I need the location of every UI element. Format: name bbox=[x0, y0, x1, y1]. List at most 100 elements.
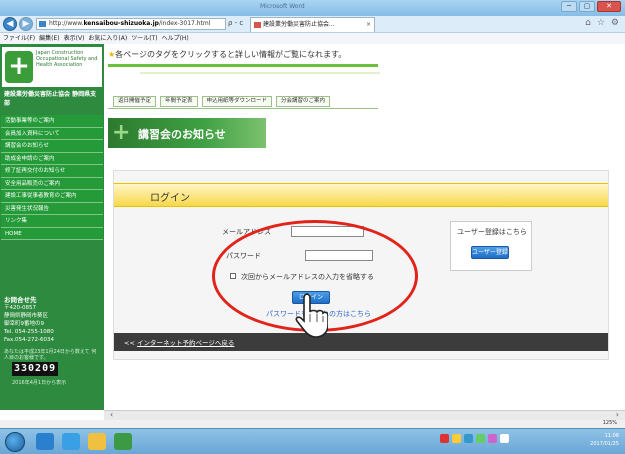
tab-annual-schedule[interactable]: 年間予定表 bbox=[160, 96, 198, 107]
url-prefix: http://www. bbox=[49, 20, 84, 27]
back-arrow-icon[interactable]: ◀ bbox=[3, 17, 17, 31]
sidebar: + Japan Construction Occupational Safety… bbox=[0, 44, 104, 410]
login-title: ログイン bbox=[150, 193, 190, 204]
logo[interactable]: + Japan Construction Occupational Safety… bbox=[2, 47, 102, 87]
forward-arrow-icon[interactable]: ▶ bbox=[19, 17, 33, 31]
contact-address-2: 御幸町9番地の9 bbox=[4, 321, 44, 327]
content-tabs: 返日開催予定 年間予定表 申込用紙等ダウンロード 分会講習のご案内 bbox=[113, 96, 331, 107]
register-title: ユーザー登録はこちら bbox=[457, 228, 527, 236]
menu-bar: ファイル(F) 編集(E) 表示(V) お気に入り(A) ツール(T) ヘルプ(… bbox=[0, 33, 625, 44]
visitor-counter-date: 2016年4月1日から表示 bbox=[12, 380, 67, 386]
visitor-counter: 330209 bbox=[12, 362, 59, 376]
logo-mark-icon: + bbox=[5, 51, 33, 83]
divider bbox=[108, 64, 378, 67]
folder-icon[interactable] bbox=[88, 433, 106, 450]
zoom-level[interactable]: 125% bbox=[603, 420, 617, 426]
sidebar-item-certificate[interactable]: 修了証再交付のお知らせ bbox=[1, 165, 103, 178]
horizontal-scrollbar[interactable]: ‹ › bbox=[104, 410, 625, 420]
minimize-button[interactable]: ─ bbox=[561, 1, 577, 12]
url-domain: kensaibou-shizuoka.jp bbox=[83, 20, 159, 27]
sidebar-item-subsidy[interactable]: 助成金申請のご案内 bbox=[1, 152, 103, 165]
sidebar-nav: 活動事業等のご案内 会員加入資料について 講習会のお知らせ 助成金申請のご案内 … bbox=[1, 115, 103, 240]
notice-text: 各ページのタグをクリックすると詳しい情報がご覧になれます。 bbox=[115, 50, 347, 59]
system-tray bbox=[440, 434, 509, 443]
excel-icon[interactable] bbox=[114, 433, 132, 450]
register-button[interactable]: ユーザー登録 bbox=[471, 246, 509, 259]
tray-icon[interactable] bbox=[488, 434, 497, 443]
contact-heading: お問合せ先 bbox=[4, 296, 37, 304]
status-bar: 125% bbox=[0, 420, 625, 428]
section-banner: + 講習会のお知らせ bbox=[108, 118, 266, 148]
menu-favorites[interactable]: お気に入り(A) bbox=[88, 33, 127, 44]
browser-tab[interactable]: 建設業労働災害防止協会... × bbox=[250, 17, 375, 32]
tray-icon[interactable] bbox=[440, 434, 449, 443]
clock-date: 2017/01/25 bbox=[590, 441, 619, 447]
window-title: Microsoft Word bbox=[260, 3, 305, 10]
clock[interactable]: 11:08 2017/01/25 bbox=[590, 432, 619, 448]
sidebar-item-activities[interactable]: 活動事業等のご案内 bbox=[1, 115, 103, 128]
tab-close-icon[interactable]: × bbox=[366, 18, 371, 32]
ie-icon[interactable] bbox=[36, 433, 54, 450]
gear-icon[interactable]: ⚙ bbox=[611, 18, 619, 28]
tab-downloads[interactable]: 申込用紙等ダウンロード bbox=[201, 96, 273, 107]
tab-title: 建設業労働災害防止協会... bbox=[263, 21, 335, 28]
divider bbox=[108, 108, 378, 109]
back-bar: << インターネット予約ページへ戻る bbox=[114, 333, 608, 351]
contact-fax: Fax.054-272-6034 bbox=[4, 337, 54, 343]
tray-icon[interactable] bbox=[500, 434, 509, 443]
site-favicon-icon bbox=[39, 21, 46, 27]
visitor-counter-label: あなたは平成23年1月24日から数えて 何人目のお客様です。 bbox=[4, 349, 97, 361]
sidebar-item-links[interactable]: リンク集 bbox=[1, 215, 103, 228]
browser-tools: ⌂ ☆ ⚙ bbox=[585, 18, 619, 28]
back-prefix: << bbox=[124, 339, 135, 347]
url-input[interactable]: http://www.kensaibou-shizuoka.jp/index-3… bbox=[36, 18, 226, 30]
sidebar-item-accident-report[interactable]: 災害発生状況報告 bbox=[1, 202, 103, 215]
contact-tel: Tel. 054-255-1080 bbox=[4, 329, 54, 335]
back-link[interactable]: << インターネット予約ページへ戻る bbox=[124, 337, 234, 347]
menu-view[interactable]: 表示(V) bbox=[64, 33, 85, 44]
logo-text: Japan Construction Occupational Safety a… bbox=[36, 50, 98, 68]
org-name: 建設業労働災害防止協会 静岡県支部 bbox=[4, 91, 97, 107]
pointer-hand-icon bbox=[295, 293, 328, 338]
taskbar: 11:08 2017/01/25 bbox=[0, 428, 625, 454]
tray-icon[interactable] bbox=[464, 434, 473, 443]
logo-mark-icon: + bbox=[112, 120, 131, 145]
tray-icon[interactable] bbox=[476, 434, 485, 443]
menu-help[interactable]: ヘルプ(H) bbox=[162, 33, 189, 44]
tab-upcoming[interactable]: 返日開催予定 bbox=[113, 96, 157, 107]
divider bbox=[140, 72, 380, 74]
login-header: ログイン bbox=[114, 183, 608, 207]
maximize-button[interactable]: ▢ bbox=[579, 1, 595, 12]
sidebar-item-education[interactable]: 建設工事従事者教育のご案内 bbox=[1, 190, 103, 203]
scroll-right-icon[interactable]: › bbox=[616, 410, 619, 419]
menu-edit[interactable]: 編集(E) bbox=[39, 33, 59, 44]
register-box: ユーザー登録はこちら ユーザー登録 bbox=[450, 221, 532, 271]
url-path: /index-3017.html bbox=[158, 20, 211, 27]
page-notice: ★各ページのタグをクリックすると詳しい情報がご覧になれます。 bbox=[108, 49, 346, 60]
sidebar-item-membership[interactable]: 会員加入資料について bbox=[1, 127, 103, 140]
contact-address-1: 静岡県静岡市葵区 bbox=[4, 313, 49, 319]
sidebar-item-courses[interactable]: 講習会のお知らせ bbox=[1, 140, 103, 153]
window-controls: ─ ▢ ✕ bbox=[561, 1, 621, 12]
scroll-left-icon[interactable]: ‹ bbox=[110, 410, 113, 419]
page-content: + Japan Construction Occupational Safety… bbox=[0, 44, 625, 410]
app-icon[interactable] bbox=[62, 433, 80, 450]
sidebar-item-home[interactable]: HOME bbox=[1, 227, 103, 240]
contact-zip: 〒420-0857 bbox=[4, 305, 36, 311]
start-button-icon[interactable] bbox=[5, 432, 25, 452]
menu-tools[interactable]: ツール(T) bbox=[131, 33, 157, 44]
home-icon[interactable]: ⌂ bbox=[585, 18, 591, 28]
banner-title: 講習会のお知らせ bbox=[138, 128, 226, 141]
close-window-button[interactable]: ✕ bbox=[597, 1, 621, 12]
sidebar-item-safety-goods[interactable]: 安全用品販売のご案内 bbox=[1, 177, 103, 190]
back-link-text[interactable]: インターネット予約ページへ戻る bbox=[137, 339, 234, 347]
contact-info: お問合せ先 〒420-0857 静岡県静岡市葵区 御幸町9番地の9 Tel. 0… bbox=[4, 296, 100, 344]
search-refresh-controls[interactable]: ρ - c bbox=[228, 19, 243, 27]
clock-time: 11:08 bbox=[604, 433, 619, 439]
window-titlebar: Microsoft Word ─ ▢ ✕ bbox=[0, 0, 625, 16]
star-icon[interactable]: ☆ bbox=[597, 18, 605, 28]
tab-favicon-icon bbox=[254, 22, 261, 28]
tray-icon[interactable] bbox=[452, 434, 461, 443]
menu-file[interactable]: ファイル(F) bbox=[3, 33, 35, 44]
tab-branch-courses[interactable]: 分会講習のご案内 bbox=[276, 96, 331, 107]
